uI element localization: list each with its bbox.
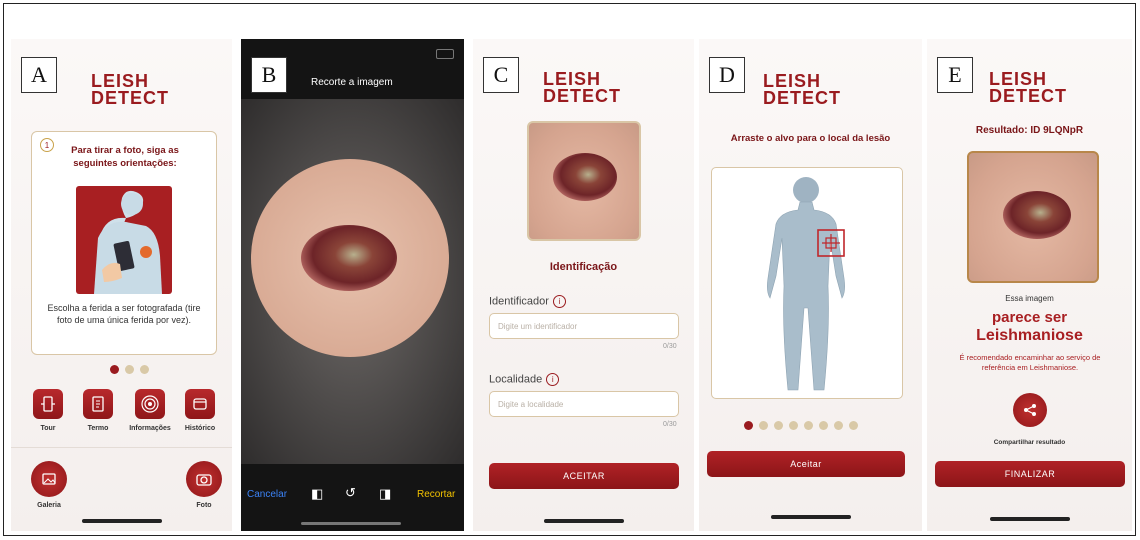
finish-button[interactable]: FINALIZAR bbox=[935, 461, 1125, 487]
rotate-left-button[interactable]: ◧ bbox=[311, 486, 323, 502]
panel-b: B Recorte a imagem Cancelar ◧ ↺ ◨ Recort… bbox=[241, 39, 464, 531]
accept-button[interactable]: Aceitar bbox=[707, 451, 905, 477]
crop-button[interactable]: Recortar bbox=[417, 489, 455, 500]
reset-rotation-button[interactable]: ↺ bbox=[345, 485, 356, 501]
history-button[interactable] bbox=[185, 389, 215, 419]
home-indicator bbox=[81, 519, 162, 523]
pager-dot[interactable] bbox=[804, 421, 813, 430]
history-icon bbox=[193, 398, 207, 410]
instruction-heading: Para tirar a foto, siga as seguintes ori… bbox=[71, 145, 179, 169]
panel-label: B bbox=[251, 57, 287, 93]
locality-counter: 0/30 bbox=[663, 421, 677, 428]
step-number: 1 bbox=[40, 138, 54, 152]
pager-dot[interactable] bbox=[110, 365, 119, 374]
instruction-illustration bbox=[76, 186, 172, 294]
tour-icon bbox=[41, 396, 55, 412]
rotate-right-button[interactable]: ◨ bbox=[379, 486, 391, 502]
result-prefix: parece ser bbox=[991, 309, 1068, 326]
photo-button[interactable] bbox=[186, 461, 222, 497]
undo-icon: ↺ bbox=[345, 485, 356, 500]
share-icon bbox=[1024, 404, 1036, 416]
recommendation: É recomendado encaminhar ao serviço de r… bbox=[959, 353, 1101, 372]
divider bbox=[11, 447, 232, 448]
pager-dot[interactable] bbox=[789, 421, 798, 430]
app-logo: LEISH DETECT bbox=[91, 71, 169, 108]
app-logo: LEISH DETECT bbox=[989, 69, 1067, 106]
app-logo: LEISH DETECT bbox=[543, 69, 621, 106]
term-button[interactable] bbox=[83, 389, 113, 419]
panel-e: E LEISH DETECT Resultado: ID 9LQNpR Essa … bbox=[927, 39, 1132, 531]
document-icon bbox=[92, 396, 104, 412]
pager-dot[interactable] bbox=[125, 365, 134, 374]
body-map-card bbox=[711, 167, 903, 399]
info-signal-icon bbox=[141, 395, 159, 413]
gallery-button[interactable] bbox=[31, 461, 67, 497]
pager-dot[interactable] bbox=[744, 421, 753, 430]
human-body-model bbox=[767, 177, 845, 391]
section-title: Identificação bbox=[549, 261, 618, 273]
panel-label: D bbox=[709, 57, 745, 93]
identifier-counter: 0/30 bbox=[663, 343, 677, 350]
term-label: Termo bbox=[87, 425, 109, 432]
info-button[interactable] bbox=[135, 389, 165, 419]
crop-title: Recorte a imagem bbox=[311, 77, 393, 88]
pager-dot[interactable] bbox=[774, 421, 783, 430]
tour-label: Tour bbox=[40, 425, 56, 432]
pager-dot[interactable] bbox=[834, 421, 843, 430]
pager-dot[interactable] bbox=[140, 365, 149, 374]
app-logo: LEISH DETECT bbox=[763, 71, 841, 108]
panel-d: D LEISH DETECT Arraste o alvo para o loca… bbox=[699, 39, 922, 531]
home-indicator bbox=[301, 522, 401, 525]
home-indicator bbox=[989, 517, 1070, 521]
status-battery bbox=[436, 49, 454, 59]
tour-button[interactable] bbox=[33, 389, 63, 419]
lesion bbox=[301, 225, 397, 291]
identifier-label: Identificador i bbox=[489, 295, 566, 308]
gallery-icon bbox=[42, 473, 56, 485]
locality-input[interactable]: Digite a localidade bbox=[489, 391, 679, 417]
diagnosis: Leishmaniose bbox=[976, 327, 1083, 344]
crop-circle bbox=[251, 159, 449, 357]
result-image bbox=[967, 151, 1099, 283]
instruction-text: Escolha a ferida a ser fotografada (tire… bbox=[47, 303, 201, 325]
pager-dot[interactable] bbox=[849, 421, 858, 430]
lesion bbox=[553, 153, 617, 201]
pager-dots bbox=[741, 417, 861, 435]
history-label: Histórico bbox=[184, 425, 216, 432]
lesion-thumbnail bbox=[527, 121, 641, 241]
panel-label: A bbox=[21, 57, 57, 93]
rotate-right-icon: ◨ bbox=[379, 486, 392, 501]
pager-dot[interactable] bbox=[819, 421, 828, 430]
panel-label: E bbox=[937, 57, 973, 93]
camera-icon bbox=[196, 474, 212, 486]
home-indicator bbox=[543, 519, 624, 523]
gallery-label: Galeria bbox=[37, 502, 61, 509]
photo-label: Foto bbox=[196, 502, 212, 509]
panel-c: C LEISH DETECT Identificação Identificado… bbox=[473, 39, 694, 531]
lesion bbox=[1003, 191, 1071, 239]
rotate-left-icon: ◧ bbox=[311, 486, 324, 501]
figure-frame: A LEISH DETECT 1 Para tirar a foto, siga … bbox=[3, 3, 1136, 536]
accept-button[interactable]: ACEITAR bbox=[489, 463, 679, 489]
home-indicator bbox=[770, 515, 851, 519]
share-button[interactable] bbox=[1013, 393, 1047, 427]
info-label: Informações bbox=[129, 425, 171, 432]
locality-label: Localidade i bbox=[489, 373, 560, 386]
this-image-label: Essa imagem bbox=[1005, 294, 1054, 303]
pager-dot[interactable] bbox=[759, 421, 768, 430]
result-title: Resultado: ID 9LQNpR bbox=[975, 125, 1084, 136]
share-label: Compartilhar resultado bbox=[993, 439, 1066, 446]
identifier-input[interactable]: Digite um identificador bbox=[489, 313, 679, 339]
drag-instruction: Arraste o alvo para o local da lesão bbox=[730, 133, 891, 144]
info-icon[interactable]: i bbox=[552, 295, 566, 308]
cancel-button[interactable]: Cancelar bbox=[247, 489, 287, 500]
info-icon[interactable]: i bbox=[546, 373, 560, 386]
pager-dots bbox=[107, 361, 152, 379]
instruction-card: 1 Para tirar a foto, siga as seguintes o… bbox=[31, 131, 217, 355]
panel-a: A LEISH DETECT 1 Para tirar a foto, siga … bbox=[11, 39, 232, 531]
panel-label: C bbox=[483, 57, 519, 93]
